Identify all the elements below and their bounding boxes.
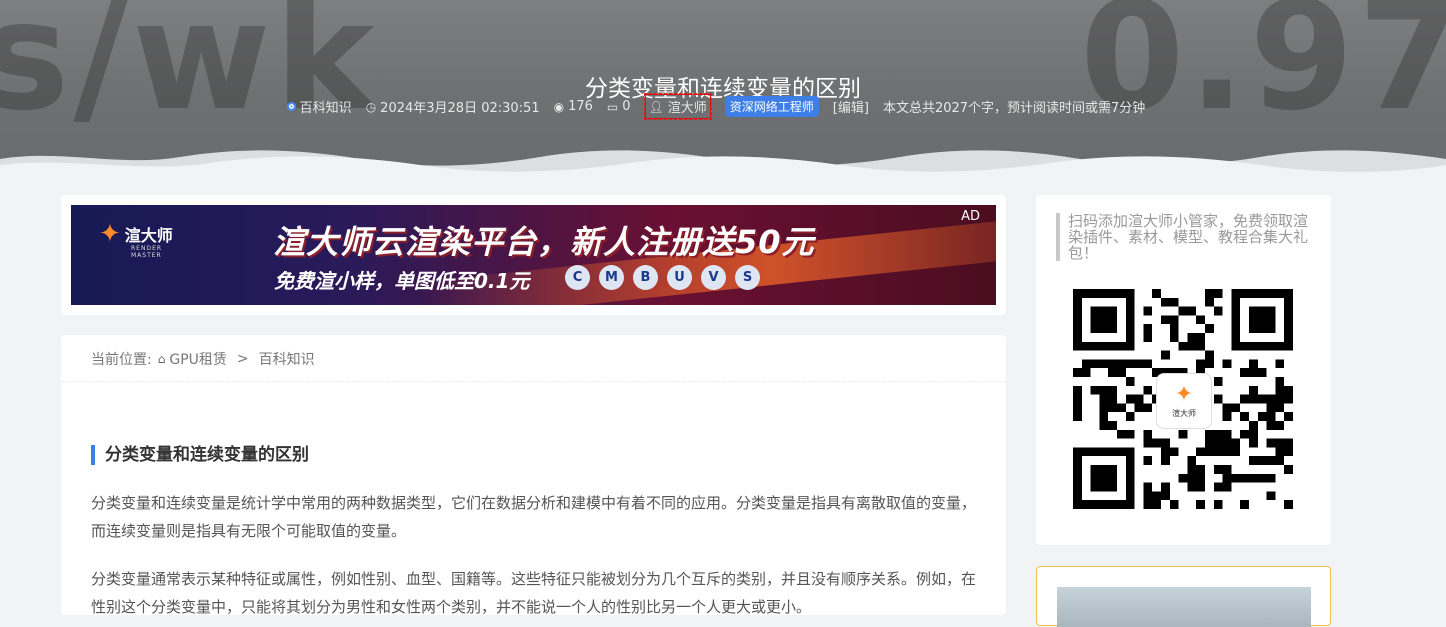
meta-author-role: 资深网络工程师	[724, 96, 819, 117]
meta-datetime-value: 2024年3月28日 02:30:51	[380, 101, 540, 116]
software-icon-row: C M B U V S	[565, 265, 760, 290]
ad-logo-text: 渲大师	[124, 226, 173, 245]
ad-subline: 免费渲小样，单图低至0.1元	[274, 269, 530, 293]
user-icon: 👤︎	[648, 99, 664, 114]
breadcrumb-home-link[interactable]: GPU租赁	[169, 349, 227, 369]
meta-comments-count[interactable]: 0	[622, 99, 630, 114]
breadcrumb-divider	[61, 381, 1006, 382]
ad-banner[interactable]: ✦ 渲大师 RENDER MASTER 渲大师云渲染平台，新人注册送50元 免费…	[71, 205, 996, 305]
meta-author[interactable]: 👤︎ 渲大师	[643, 93, 712, 120]
author-role-badge: 资深网络工程师	[724, 96, 819, 117]
edit-link[interactable]: [编辑]	[833, 97, 869, 116]
meta-category-label[interactable]: 百科知识	[300, 97, 352, 116]
comment-icon: ▭	[606, 99, 619, 114]
eye-icon: ◉	[553, 99, 565, 114]
ad-headline: 渲大师云渲染平台，新人注册送50元	[273, 223, 815, 261]
featured-thumbnail[interactable]	[1057, 587, 1311, 627]
unreal-icon: U	[667, 265, 692, 290]
ad-logo-subtext: RENDER MASTER	[131, 245, 163, 259]
ad-card: ✦ 渲大师 RENDER MASTER 渲大师云渲染平台，新人注册送50元 免费…	[61, 195, 1006, 315]
blender-icon: B	[633, 265, 658, 290]
breadcrumb-current[interactable]: 百科知识	[259, 349, 315, 369]
article-hero: s/wk 0.97 ( 分类变量和连续变量的区别 百科知识 ◷ 2024年3月2…	[0, 0, 1446, 175]
clock-icon: ◷	[365, 99, 377, 114]
meta-category[interactable]: 百科知识	[286, 97, 352, 116]
sidebar-featured-card[interactable]	[1036, 566, 1331, 627]
article-paragraph: 分类变量通常表示某种特征或属性，例如性别、血型、国籍等。这些特征只能被划分为几个…	[91, 570, 977, 616]
meta-comments[interactable]: ▭ 0	[607, 99, 631, 114]
qr-logo-label: 渲大师	[1172, 408, 1196, 418]
meta-views-count: 176	[568, 99, 593, 114]
article-meta-bar: 百科知识 ◷ 2024年3月28日 02:30:51 ◉ 176 ▭ 0 👤︎ …	[0, 93, 1446, 120]
qr-center-logo: ✦ 渲大师	[1156, 373, 1212, 429]
ad-logo: ✦ 渲大师 RENDER MASTER	[99, 219, 173, 259]
render-master-logo-icon: ✦	[1174, 381, 1194, 407]
meta-views: ◉ 176	[554, 99, 593, 114]
cinema4d-icon: C	[565, 265, 590, 290]
sketchup-icon: S	[735, 265, 760, 290]
meta-author-name[interactable]: 渲大师	[668, 97, 707, 116]
category-dot-icon	[286, 102, 296, 111]
breadcrumb-prefix: 当前位置:	[91, 352, 152, 368]
ad-label: AD	[961, 209, 980, 224]
vray-icon: V	[701, 265, 726, 290]
breadcrumb: 当前位置: ⌂ GPU租赁 > 百科知识	[91, 349, 315, 369]
article-content-card: 当前位置: ⌂ GPU租赁 > 百科知识 分类变量和连续变量的区别 分类变量和连…	[61, 335, 1006, 616]
sidebar-qr-card: 扫码添加渲大师小管家，免费领取渲染插件、素材、模型、教程合集大礼包！ ✦ 渲大师	[1036, 195, 1331, 545]
breadcrumb-separator: >	[236, 351, 249, 367]
meta-reading-info: 本文总共2027个字，预计阅读时间或需7分钟	[882, 101, 1146, 116]
hero-wave-divider	[0, 150, 1446, 175]
render-master-logo-icon: ✦	[99, 219, 121, 249]
maya-icon: M	[599, 265, 624, 290]
article-section-title: 分类变量和连续变量的区别	[91, 445, 309, 466]
meta-datetime: ◷ 2024年3月28日 02:30:51	[365, 97, 540, 117]
article-paragraph: 分类变量和连续变量是统计学中常用的两种数据类型，它们在数据分析和建模中有着不同的…	[91, 494, 977, 540]
home-icon[interactable]: ⌂	[158, 352, 166, 366]
sidebar-promo-text: 扫码添加渲大师小管家，免费领取渲染插件、素材、模型、教程合集大礼包！	[1056, 213, 1320, 261]
